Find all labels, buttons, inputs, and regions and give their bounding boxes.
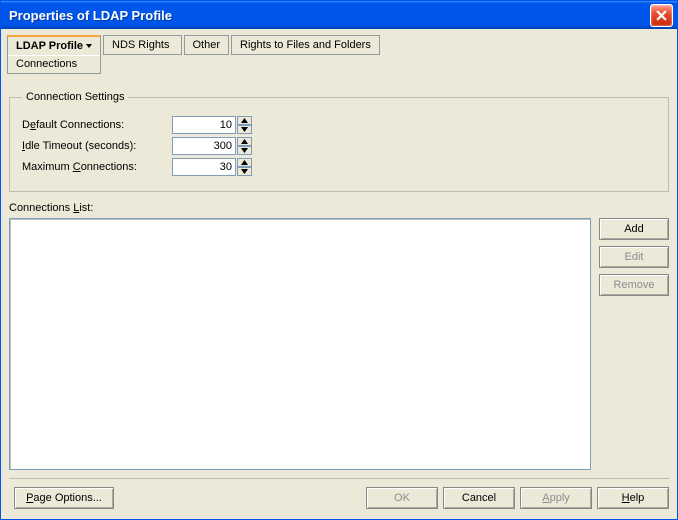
max-connections-input[interactable]: [172, 158, 236, 176]
row-idle-timeout: Idle Timeout (seconds):: [22, 137, 656, 155]
chevron-down-icon: [241, 148, 248, 153]
spin-down-button[interactable]: [237, 146, 252, 155]
idle-timeout-spinner: [172, 137, 252, 155]
connections-list-label: Connections List:: [9, 202, 669, 214]
connections-list-area: Add Edit Remove: [9, 218, 669, 470]
spin-up-button[interactable]: [237, 116, 252, 125]
help-button[interactable]: Help: [597, 487, 669, 509]
tab-bar: LDAP Profile Connections NDS Rights Othe…: [1, 29, 677, 74]
max-connections-label: Maximum Connections:: [22, 161, 172, 173]
spin-down-button[interactable]: [237, 125, 252, 134]
close-icon: [656, 10, 667, 21]
row-default-connections: Default Connections:: [22, 116, 656, 134]
group-legend: Connection Settings: [22, 91, 128, 103]
spin-up-button[interactable]: [237, 158, 252, 167]
subtab-connections[interactable]: Connections: [8, 55, 100, 73]
connections-listbox[interactable]: [9, 218, 591, 470]
page-options-button[interactable]: Page Options...: [14, 487, 114, 509]
ok-button[interactable]: OK: [366, 487, 438, 509]
spin-down-button[interactable]: [237, 167, 252, 176]
tab-other[interactable]: Other: [184, 35, 230, 55]
connection-settings-group: Connection Settings Default Connections:…: [9, 91, 669, 192]
idle-timeout-label: Idle Timeout (seconds):: [22, 140, 172, 152]
tab-label: LDAP Profile: [16, 40, 83, 52]
tab-ldap-profile[interactable]: LDAP Profile Connections: [7, 35, 101, 74]
cancel-button[interactable]: Cancel: [443, 487, 515, 509]
client-area: LDAP Profile Connections NDS Rights Othe…: [1, 29, 677, 519]
dialog-buttons: Page Options... OK Cancel Apply Help: [9, 478, 669, 511]
edit-button[interactable]: Edit: [599, 246, 669, 268]
remove-button[interactable]: Remove: [599, 274, 669, 296]
add-button[interactable]: Add: [599, 218, 669, 240]
default-connections-spinner: [172, 116, 252, 134]
chevron-down-icon: [86, 44, 92, 48]
tab-label: NDS Rights: [112, 39, 169, 51]
spin-up-button[interactable]: [237, 137, 252, 146]
default-connections-input[interactable]: [172, 116, 236, 134]
close-button[interactable]: [650, 4, 673, 27]
tab-label: Rights to Files and Folders: [240, 39, 371, 51]
chevron-down-icon: [241, 127, 248, 132]
default-connections-label: Default Connections:: [22, 119, 172, 131]
tab-nds-rights[interactable]: NDS Rights: [103, 35, 181, 55]
max-connections-spinner: [172, 158, 252, 176]
row-max-connections: Maximum Connections:: [22, 158, 656, 176]
apply-button[interactable]: Apply: [520, 487, 592, 509]
chevron-up-icon: [241, 118, 248, 123]
list-buttons: Add Edit Remove: [599, 218, 669, 470]
chevron-up-icon: [241, 160, 248, 165]
tab-content: Connection Settings Default Connections:…: [9, 91, 669, 479]
titlebar[interactable]: Properties of LDAP Profile: [1, 1, 677, 29]
chevron-down-icon: [241, 169, 248, 174]
chevron-up-icon: [241, 139, 248, 144]
properties-dialog: Properties of LDAP Profile LDAP Profile …: [0, 0, 678, 520]
tab-rights-files[interactable]: Rights to Files and Folders: [231, 35, 380, 55]
tab-label: Other: [193, 39, 221, 51]
idle-timeout-input[interactable]: [172, 137, 236, 155]
window-title: Properties of LDAP Profile: [9, 8, 172, 23]
